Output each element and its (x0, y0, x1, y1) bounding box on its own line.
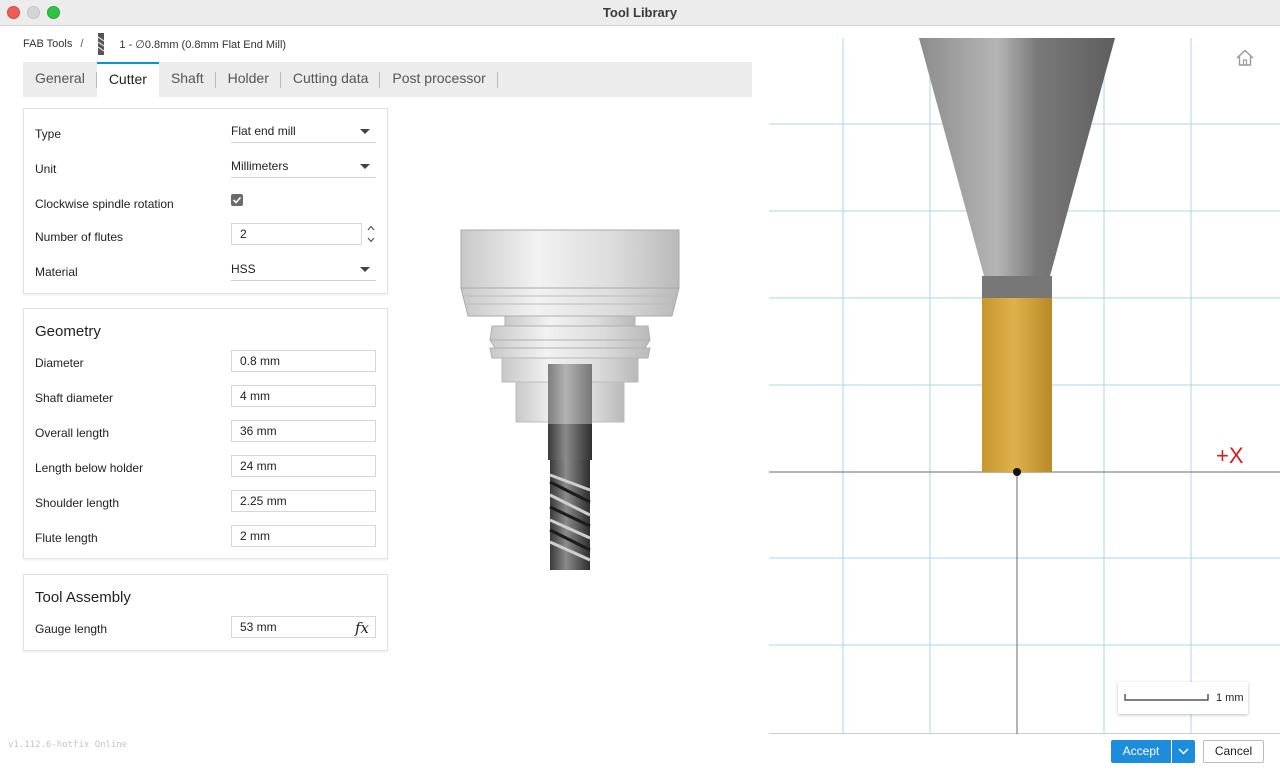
shoulder-length-label: Shoulder length (35, 496, 120, 510)
window-title: Tool Library (602, 5, 678, 20)
shoulder-length-input[interactable]: 2.25 mm (231, 490, 376, 512)
home-icon[interactable] (1235, 48, 1255, 68)
length-below-holder-input[interactable]: 24 mm (231, 455, 376, 477)
material-label: Material (35, 265, 78, 279)
geometry-title: Geometry (35, 323, 101, 340)
cutter-panel: Type Flat end mill Unit Millimeters Cloc… (23, 108, 388, 294)
tab-general[interactable]: General (23, 62, 97, 97)
flute-length-input[interactable]: 2 mm (231, 525, 376, 547)
tool-assembly-title: Tool Assembly (35, 589, 131, 606)
breadcrumb-tool: 1 - ∅0.8mm (0.8mm Flat End Mill) (119, 38, 287, 51)
tab-cutting-data[interactable]: Cutting data (281, 62, 381, 97)
gauge-length-input[interactable]: 53 mm fx (231, 616, 376, 638)
end-mill-icon (98, 33, 105, 55)
overall-length-label: Overall length (35, 426, 110, 440)
accept-options-button[interactable] (1172, 740, 1195, 763)
breadcrumb: FAB Tools / 1 - ∅0.8mm (0.8mm Flat End M… (23, 33, 287, 55)
overall-length-input[interactable]: 36 mm (231, 420, 376, 442)
tab-bar: General Cutter Shaft Holder Cutting data… (23, 62, 752, 97)
chevron-down-icon (1178, 748, 1189, 755)
chevron-down-icon (360, 267, 370, 272)
type-value: Flat end mill (231, 124, 296, 138)
title-bar: Tool Library (0, 0, 1280, 26)
material-dropdown[interactable]: HSS (231, 259, 376, 281)
version-label: v1.112.6-hotfix Online (8, 740, 128, 750)
unit-label: Unit (35, 162, 57, 176)
flute-length-label: Flute length (35, 531, 98, 545)
tab-holder[interactable]: Holder (216, 62, 282, 97)
shaft-diameter-label: Shaft diameter (35, 391, 114, 405)
type-dropdown[interactable]: Flat end mill (231, 121, 376, 143)
x-axis-label: +X (1216, 443, 1244, 468)
scale-bar-line (1124, 694, 1209, 701)
scale-bar: 1 mm (1118, 682, 1248, 714)
shaft-diameter-input[interactable]: 4 mm (231, 385, 376, 407)
gauge-length-value: 53 mm (240, 620, 277, 634)
clockwise-label: Clockwise spindle rotation (35, 197, 174, 211)
material-value: HSS (231, 262, 256, 276)
tool-viewport[interactable]: +X 1 mm (769, 38, 1280, 734)
accept-button[interactable]: Accept (1111, 740, 1171, 763)
diameter-label: Diameter (35, 356, 84, 370)
flutes-input[interactable]: 2 (231, 223, 362, 245)
tab-cutter[interactable]: Cutter (96, 62, 159, 97)
geometry-panel: Geometry Diameter 0.8 mm Shaft diameter … (23, 308, 388, 559)
flutes-stepper[interactable] (366, 223, 376, 245)
breadcrumb-separator: / (80, 38, 84, 50)
breadcrumb-root[interactable]: FAB Tools (23, 38, 72, 50)
viewport-canvas (769, 38, 1280, 734)
diameter-input[interactable]: 0.8 mm (231, 350, 376, 372)
unit-dropdown[interactable]: Millimeters (231, 156, 376, 178)
flutes-label: Number of flutes (35, 230, 124, 244)
chevron-down-icon (360, 129, 370, 134)
gauge-length-label: Gauge length (35, 622, 108, 636)
formula-button[interactable]: fx (355, 618, 369, 638)
length-below-holder-label: Length below holder (35, 461, 144, 475)
scale-label: 1 mm (1216, 692, 1244, 704)
tool-preview-image (460, 229, 680, 570)
tab-post-processor[interactable]: Post processor (380, 62, 499, 97)
checkmark-icon (232, 196, 242, 204)
chevron-down-icon (360, 164, 370, 169)
tab-shaft[interactable]: Shaft (159, 62, 216, 97)
cancel-button[interactable]: Cancel (1203, 740, 1264, 763)
clockwise-checkbox[interactable] (231, 194, 243, 206)
tool-assembly-panel: Tool Assembly Gauge length 53 mm fx (23, 574, 388, 651)
type-label: Type (35, 127, 62, 141)
unit-value: Millimeters (231, 159, 289, 173)
